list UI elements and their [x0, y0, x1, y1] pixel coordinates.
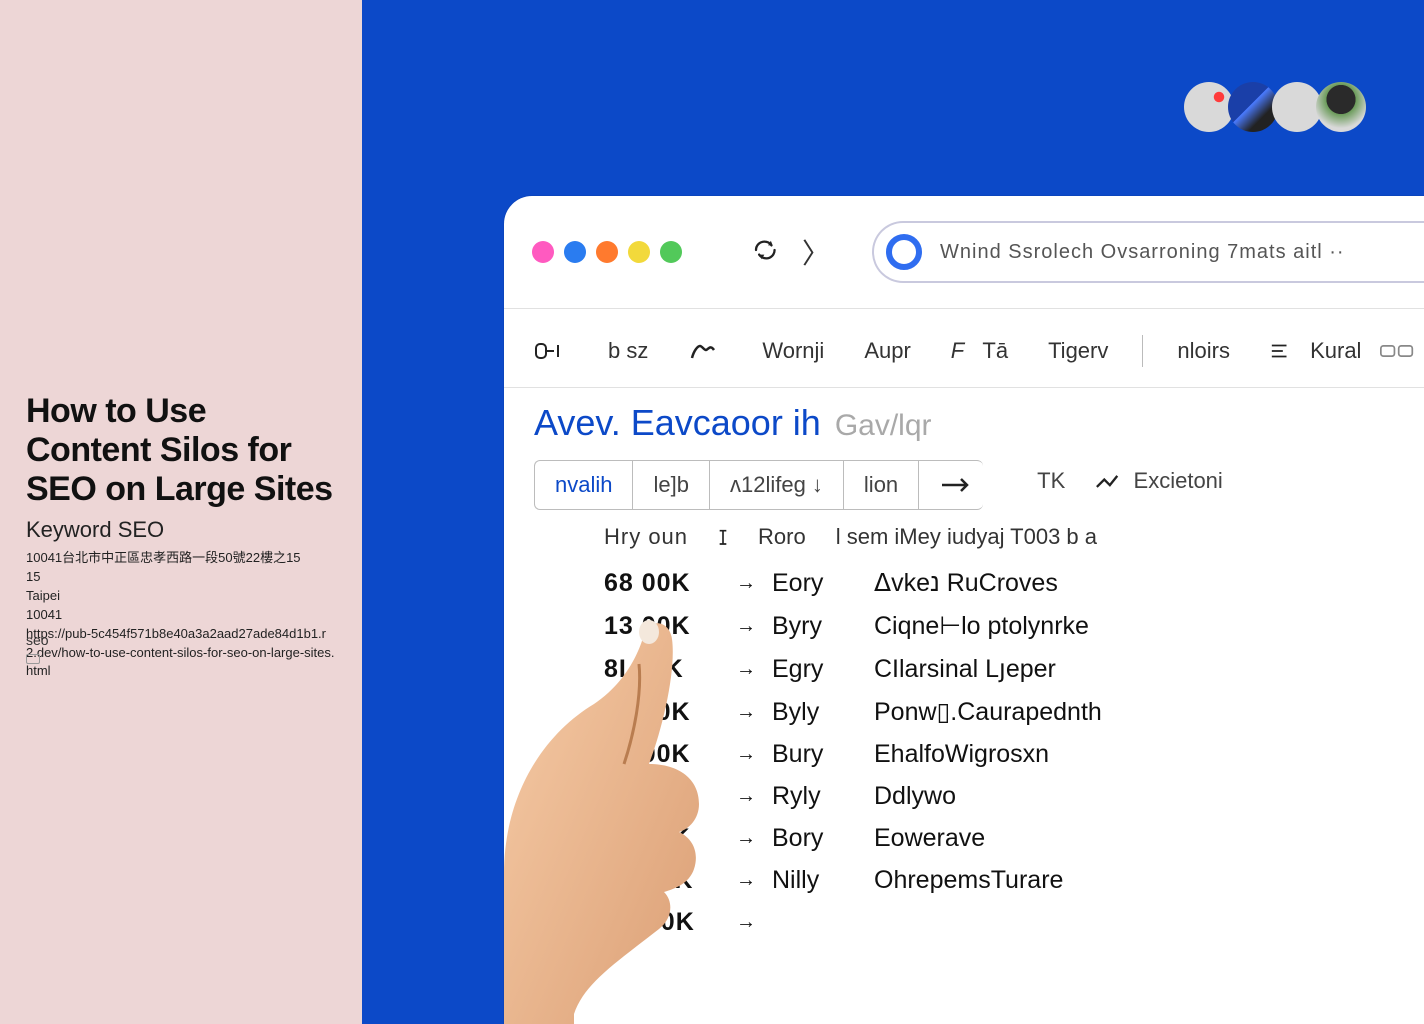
avatar-row — [1184, 82, 1366, 132]
filter-ext[interactable]: TK — [1037, 468, 1065, 494]
filter-cell[interactable]: le]b — [633, 461, 709, 509]
left-panel: How to Use Content Silos for SEO on Larg… — [0, 0, 362, 1024]
dot-icon[interactable] — [532, 241, 554, 263]
avatar[interactable] — [1184, 82, 1234, 132]
address-bar[interactable]: Wnind Ssrolech Ovsarroning 7mats aitl ·· — [872, 221, 1424, 283]
list-header: Hry oun Roro l sem iMey iudyaj T003 b a — [504, 510, 1424, 568]
list-row[interactable]: 8I 00K→EgryCIlarsinal Lյeper — [604, 654, 1424, 684]
tab[interactable]: nloirs — [1177, 338, 1230, 364]
filter-cell[interactable] — [919, 461, 983, 509]
tab-icon-2[interactable] — [688, 338, 722, 364]
avatar[interactable] — [1228, 82, 1278, 132]
filter-ext[interactable]: Excietoni — [1095, 468, 1223, 494]
list-row[interactable]: 80 00K→BylyPonw▯.Caurapednth — [604, 697, 1424, 727]
meta-zip: 10041 — [26, 606, 336, 625]
tab-bar: b sz Wornji Aupr F Tā Tigerv nloirs Kura… — [504, 309, 1424, 387]
dot-icon[interactable] — [564, 241, 586, 263]
article-title: How to Use Content Silos for SEO on Larg… — [26, 392, 336, 509]
seo-chip: seo — [26, 632, 64, 664]
list-row[interactable]: 8K 00K→ — [604, 908, 1424, 937]
list-row[interactable]: 13 00K→ByryCiqne⊢lo ptolynrke — [604, 611, 1424, 641]
tab[interactable]: Kural — [1270, 338, 1414, 364]
window-dots — [532, 241, 682, 263]
avatar[interactable] — [1272, 82, 1322, 132]
list-row[interactable]: S0 00K→NillyOhrepemsTurare — [604, 866, 1424, 895]
browser-window: 〉 Wnind Ssrolech Ovsarroning 7mats aitl … — [504, 196, 1424, 1024]
forward-icon[interactable]: 〉 — [802, 232, 830, 272]
list-row[interactable]: 17 00K→RylyDdlywo — [604, 782, 1424, 811]
dot-icon[interactable] — [660, 241, 682, 263]
tab[interactable]: Aupr — [864, 338, 910, 364]
reload-icon[interactable] — [750, 237, 788, 268]
meta-url: https://pub-5c454f571b8e40a3a2aad27ade84… — [26, 625, 336, 682]
filter-cell[interactable]: ʌ12lifeg ↓ — [710, 461, 844, 509]
filter-cell[interactable]: lion — [844, 461, 919, 509]
filter-cell[interactable]: nvalih — [535, 461, 633, 509]
meta-address: 10041台北市中正區忠孝西路一段50號22樓之15 — [26, 549, 336, 568]
titlebar: 〉 Wnind Ssrolech Ovsarroning 7mats aitl … — [504, 196, 1424, 308]
filter-bar: nvalih le]b ʌ12lifeg ↓ lion — [534, 460, 983, 510]
list-row[interactable]: 32 00K→BuryEhalfoWigrosxn — [604, 740, 1424, 769]
address-text: Wnind Ssrolech Ovsarroning 7mats aitl ·· — [940, 241, 1345, 264]
search-icon — [886, 234, 922, 270]
tab[interactable]: Wornji — [762, 338, 824, 364]
tab[interactable]: F Tā — [951, 338, 1008, 364]
avatar[interactable] — [1316, 82, 1366, 132]
dot-icon[interactable] — [596, 241, 618, 263]
meta-city: Taipei — [26, 587, 336, 606]
tab-icon-1[interactable] — [534, 338, 568, 364]
list-row[interactable]: 68 00K→Eoryᐃvkeנ RuCroves — [604, 568, 1424, 598]
list-row[interactable]: 32 00K→BoryEowerave — [604, 824, 1424, 853]
keyword-list: 68 00K→Eoryᐃvkeנ RuCroves 13 00K→ByryCiq… — [504, 568, 1424, 950]
hero-area: 〉 Wnind Ssrolech Ovsarroning 7mats aitl … — [362, 0, 1424, 1024]
page-heading: Avev. Eavcaoor ih Gav/lqr — [504, 388, 1424, 452]
tab[interactable]: b sz — [608, 338, 648, 364]
tab[interactable]: Tigerv — [1048, 338, 1108, 364]
heading-sub: Gav/lqr — [835, 409, 932, 443]
heading-main: Avev. Eavcaoor ih — [534, 402, 821, 444]
dot-icon[interactable] — [628, 241, 650, 263]
meta-v2: 15 — [26, 568, 336, 587]
article-subtitle: Keyword SEO — [26, 517, 336, 543]
seo-icon — [26, 654, 40, 664]
